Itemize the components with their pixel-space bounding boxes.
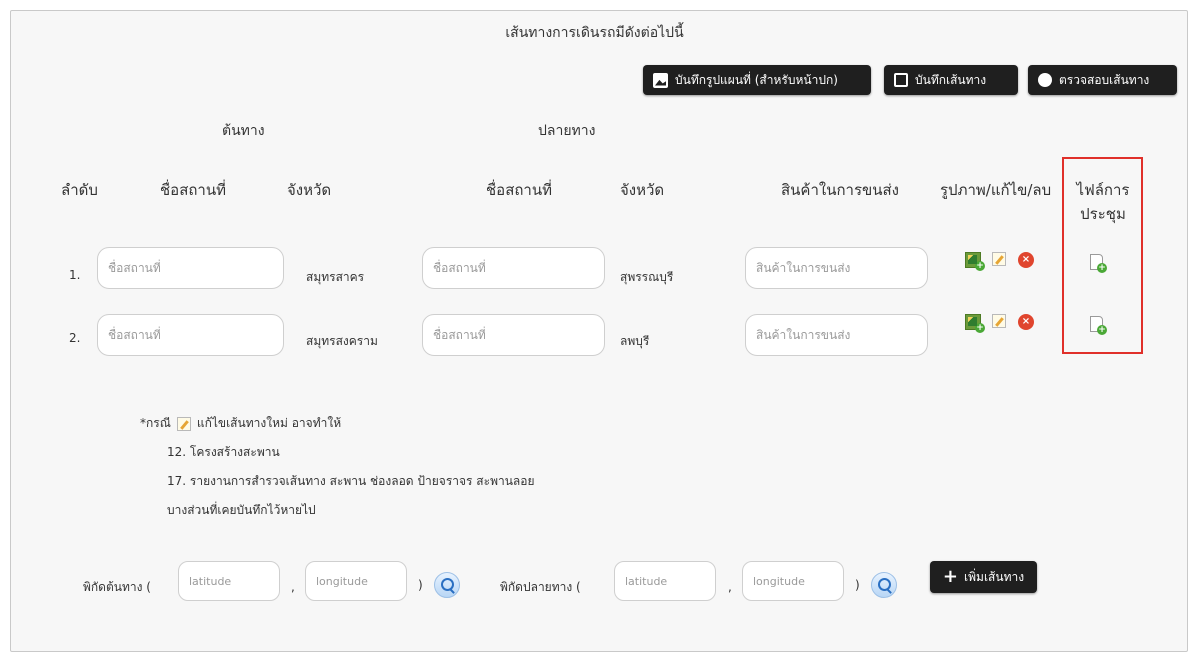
edit-icon[interactable] <box>992 252 1006 266</box>
edit-icon <box>176 416 191 431</box>
origin-province: สมุทรสงคราม <box>306 334 378 348</box>
dest-place-input[interactable]: ชื่อสถานที่ <box>422 247 605 289</box>
origin-latitude-input[interactable]: latitude <box>178 561 280 601</box>
add-route-label: เพิ่มเส้นทาง <box>964 569 1025 584</box>
delete-icon[interactable]: × <box>1018 314 1034 330</box>
note-line: 17. รายงานการสำรวจเส้นทาง สะพาน ช่องลอด … <box>167 474 535 488</box>
dest-search-icon[interactable] <box>871 572 897 598</box>
save-map-label: บันทึกรูปแผนที่ (สำหรับหน้าปก) <box>675 72 838 87</box>
add-image-icon[interactable]: + <box>965 252 985 271</box>
save-route-label[interactable]: บันทึกเส้นทาง <box>915 71 986 90</box>
globe-icon <box>1038 73 1052 87</box>
meeting-file-highlight <box>1062 157 1143 354</box>
comma: , <box>291 580 295 594</box>
check-route-button[interactable]: ตรวจสอบเส้นทาง <box>1028 65 1177 95</box>
page-title: เส้นทางการเดินรถมีดังต่อไปนี้ <box>505 25 684 41</box>
plus-icon: + <box>942 566 959 587</box>
origin-group-header: ต้นทาง <box>222 123 265 139</box>
close-paren: ) <box>855 578 860 592</box>
origin-search-icon[interactable] <box>434 572 460 598</box>
origin-coords-label: พิกัดต้นทาง ( <box>83 580 151 594</box>
row-order: 2. <box>69 331 81 345</box>
check-route-label: ตรวจสอบเส้นทาง <box>1059 72 1150 87</box>
save-route-button[interactable]: บันทึกเส้นทาง <box>884 65 1018 95</box>
note-prefix: *กรณี <box>140 416 171 430</box>
note-line: บางส่วนที่เคยบันทึกไว้หายไป <box>167 503 316 517</box>
dest-coords-label: พิกัดปลายทาง ( <box>500 580 581 594</box>
delete-icon[interactable]: × <box>1018 252 1034 268</box>
col-dest-province: จังหวัด <box>620 181 665 199</box>
origin-longitude-input[interactable]: longitude <box>305 561 407 601</box>
edit-icon[interactable] <box>992 314 1006 328</box>
add-route-button[interactable]: + เพิ่มเส้นทาง <box>930 561 1037 593</box>
origin-place-input[interactable]: ชื่อสถานที่ <box>97 314 284 356</box>
origin-province: สมุทรสาคร <box>306 270 365 284</box>
dest-longitude-input[interactable]: longitude <box>742 561 844 601</box>
save-map-button[interactable]: บันทึกรูปแผนที่ (สำหรับหน้าปก) <box>643 65 871 95</box>
col-origin-province: จังหวัด <box>287 181 332 199</box>
edit-icon <box>894 73 908 87</box>
comma: , <box>728 580 732 594</box>
add-image-icon[interactable]: + <box>965 314 985 333</box>
close-paren: ) <box>418 578 423 592</box>
col-dest-place: ชื่อสถานที่ <box>486 181 552 199</box>
image-icon <box>653 72 668 88</box>
col-order: ลำดับ <box>61 181 98 199</box>
warning-note: *กรณี แก้ไขเส้นทางใหม่ อาจทำให้ <box>140 414 341 433</box>
dest-province: สุพรรณบุรี <box>620 270 674 284</box>
col-goods: สินค้าในการขนส่ง <box>781 181 899 199</box>
dest-place-input[interactable]: ชื่อสถานที่ <box>422 314 605 356</box>
destination-group-header: ปลายทาง <box>538 123 596 139</box>
col-actions: รูปภาพ/แก้ไข/ลบ <box>940 181 1052 199</box>
note-line: 12. โครงสร้างสะพาน <box>167 445 280 459</box>
col-origin-place: ชื่อสถานที่ <box>160 181 226 199</box>
goods-input[interactable]: สินค้าในการขนส่ง <box>745 314 928 356</box>
note-suffix: แก้ไขเส้นทางใหม่ อาจทำให้ <box>196 416 342 430</box>
goods-input[interactable]: สินค้าในการขนส่ง <box>745 247 928 289</box>
origin-place-input[interactable]: ชื่อสถานที่ <box>97 247 284 289</box>
dest-province: ลพบุรี <box>620 334 650 348</box>
dest-latitude-input[interactable]: latitude <box>614 561 716 601</box>
row-order: 1. <box>69 268 81 282</box>
